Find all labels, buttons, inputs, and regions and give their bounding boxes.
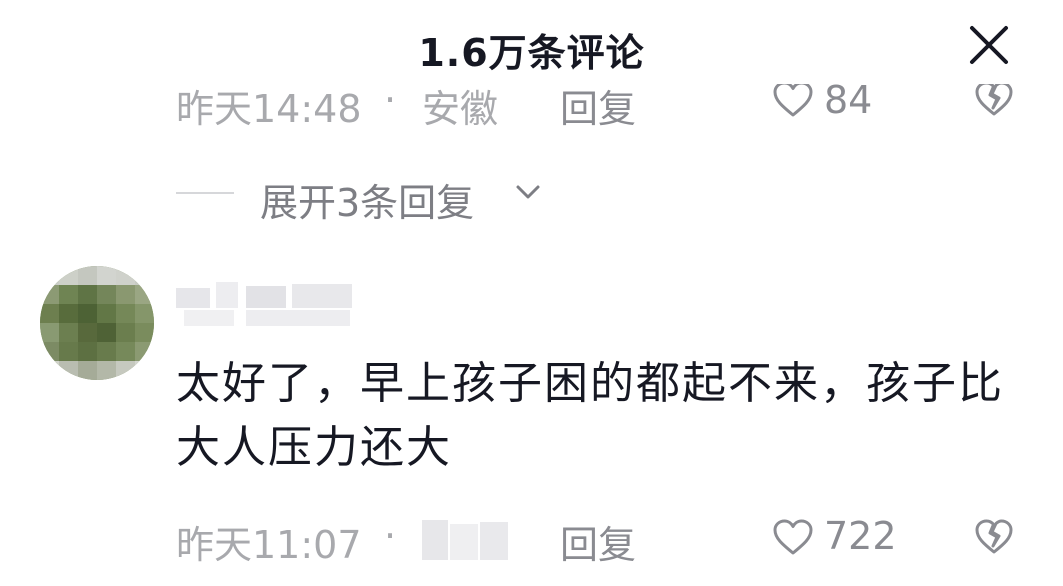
expand-replies-label: 展开3条回复 [260,181,475,225]
avatar[interactable] [40,266,154,380]
comments-title: 1.6万条评论 [418,31,645,75]
heart-icon [773,519,813,555]
comments-header: 1.6万条评论 [0,0,1063,84]
comment-location: 安徽 [422,87,499,131]
location-redacted [422,520,508,560]
meta-separator: · [384,78,397,122]
chevron-down-icon [516,185,540,199]
comment-meta: 昨天11:07 · 回复 722 [176,514,1026,567]
like-count: 722 [824,514,897,558]
comment-timestamp: 昨天14:48 [176,87,362,131]
reply-button[interactable]: 回复 [560,78,636,133]
dislike-icon[interactable] [974,78,1014,118]
comment-text: 太好了，早上孩子困的都起不来，孩子比大人压力还大 [176,358,1004,473]
comment-timestamp: 昨天11:07 [176,523,362,567]
dislike-icon[interactable] [974,516,1014,556]
divider-line [176,192,234,194]
close-icon [970,26,1008,64]
username-redacted[interactable] [176,280,358,332]
heart-icon [773,81,813,117]
meta-separator: · [384,514,397,558]
close-button[interactable] [966,22,1012,68]
like-count: 84 [824,78,873,122]
reply-button[interactable]: 回复 [560,514,636,569]
